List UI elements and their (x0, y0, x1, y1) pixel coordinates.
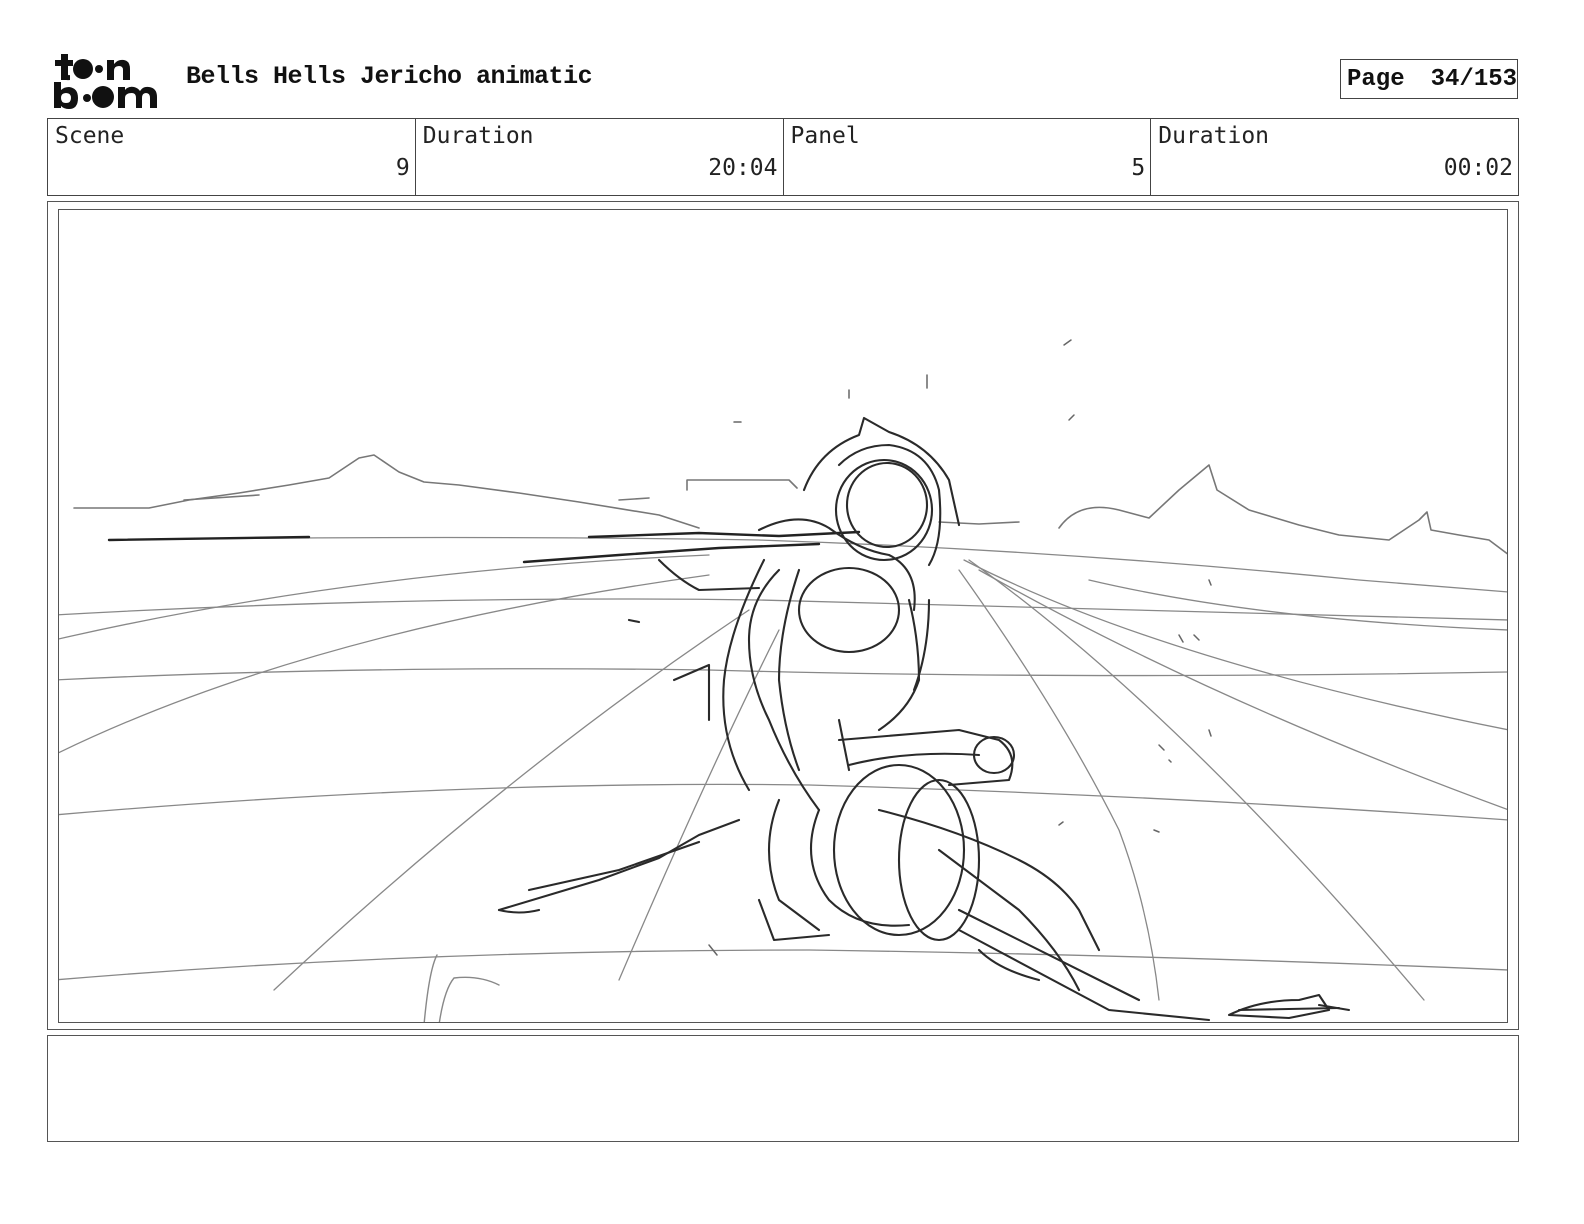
scene-label: Scene (55, 123, 125, 149)
page-number: 34/153 (1430, 65, 1518, 93)
panel-cell: Panel 5 (784, 119, 1152, 195)
panel-label: Panel (790, 123, 860, 149)
scene-duration-cell: Duration 20:04 (416, 119, 784, 195)
scene-info-table: Scene 9 Duration 20:04 Panel 5 Duration … (47, 118, 1519, 196)
panel-duration-cell: Duration 00:02 (1151, 119, 1518, 195)
toon-boom-logo-icon (50, 50, 170, 112)
storyboard-panel-image (58, 209, 1508, 1023)
panel-notes-box (47, 1035, 1519, 1142)
scene-cell: Scene 9 (48, 119, 416, 195)
page-label: Page (1347, 65, 1405, 93)
scene-value: 9 (395, 155, 410, 181)
scene-duration-label: Duration (422, 123, 534, 149)
scene-duration-value: 20:04 (708, 155, 778, 181)
panel-value: 5 (1131, 155, 1146, 181)
panel-duration-value: 00:02 (1443, 155, 1513, 181)
rough-sketch-figure-kneeling-desert-icon (59, 339, 1507, 1022)
panel-duration-label: Duration (1158, 123, 1270, 149)
page-indicator: Page 34/153 (1340, 59, 1518, 99)
document-title: Bells Hells Jericho animatic (186, 62, 593, 91)
